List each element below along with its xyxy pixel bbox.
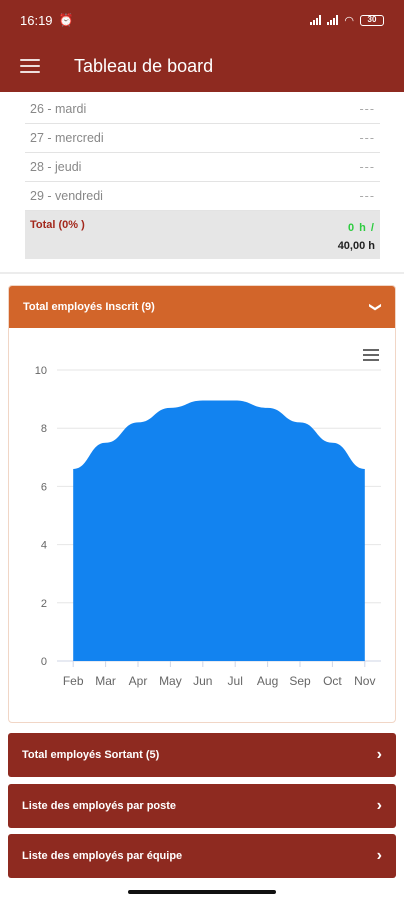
day-value: ---: [359, 160, 375, 174]
chevron-right-icon: ›: [376, 847, 382, 864]
accordion-label: Liste des employés par équipe: [22, 850, 183, 862]
x-tick-label: Nov: [354, 674, 375, 688]
cell-signal-icon: [310, 15, 322, 25]
area-chart: 0 2 4 6 8 10 Feb Mar Apr May Jun Jul Aug Sep Oct Nov: [35, 365, 381, 688]
wifi-icon: ◠: [344, 14, 354, 27]
y-tick-label: 0: [41, 656, 47, 668]
x-tick-label: May: [159, 674, 182, 688]
battery-icon: 30: [360, 14, 384, 26]
alarm-clock-icon: ⏰: [58, 13, 74, 27]
area-series: [73, 400, 365, 661]
chevron-right-icon: ›: [376, 797, 382, 814]
divider: [0, 272, 404, 274]
accordion-employees-leaving[interactable]: Total employés Sortant (5) ›: [8, 733, 396, 777]
battery-level: 30: [367, 15, 377, 24]
x-tick-label: Aug: [257, 674, 278, 688]
employees-card: Total employés Inscrit (9) ❯ 0 2 4 6 8 10 Feb M…: [8, 285, 396, 723]
x-tick-label: Apr: [129, 674, 148, 688]
day-value: ---: [359, 102, 375, 116]
y-tick-label: 4: [41, 540, 47, 552]
x-tick-label: Jun: [193, 674, 212, 688]
home-indicator[interactable]: [128, 890, 276, 894]
y-tick-label: 2: [41, 598, 47, 610]
employees-card-header[interactable]: Total employés Inscrit (9) ❯: [9, 286, 395, 328]
accordion-label: Total employés Sortant (5): [22, 749, 160, 761]
x-tick-label: Feb: [63, 674, 84, 688]
accordion-employees-by-position[interactable]: Liste des employés par poste ›: [8, 784, 396, 828]
x-tick-label: Oct: [323, 674, 342, 688]
day-label: 28 - jeudi: [30, 160, 82, 174]
x-tick-label: Mar: [95, 674, 116, 688]
hamburger-menu-icon[interactable]: [20, 59, 40, 73]
accordion-label: Liste des employés par poste: [22, 800, 177, 812]
day-row: 28 - jeudi ---: [25, 153, 380, 182]
y-tick-label: 8: [41, 423, 47, 435]
day-row: 27 - mercredi ---: [25, 124, 380, 153]
y-tick-label: 6: [41, 481, 47, 493]
x-tick-label: Sep: [289, 674, 311, 688]
x-tick-label: Jul: [228, 674, 243, 688]
cell-signal-2-icon: [327, 15, 339, 25]
day-label: 29 - vendredi: [30, 189, 103, 203]
day-label: 27 - mercredi: [30, 131, 104, 145]
day-row: 29 - vendredi ---: [25, 182, 380, 211]
app-bar: Tableau de board: [0, 40, 404, 92]
status-time: 16:19: [20, 12, 53, 28]
total-hours: 0 h /: [347, 222, 375, 234]
accordion-employees-by-team[interactable]: Liste des employés par équipe ›: [8, 834, 396, 878]
day-label: 26 - mardi: [30, 102, 87, 116]
page-title: Tableau de board: [74, 55, 214, 76]
chevron-right-icon: ›: [376, 746, 382, 763]
total-row: Total (0% ) 0 h / 40,00 h: [25, 211, 380, 259]
status-icons: ◠ 30: [310, 14, 384, 27]
chevron-down-icon[interactable]: ❯: [369, 302, 383, 312]
status-bar: 16:19 ⏰ ◠ 30: [0, 0, 404, 40]
total-values: 0 h / 40,00 h: [338, 219, 375, 259]
days-list: 26 - mardi --- 27 - mercredi --- 28 - je…: [25, 95, 380, 259]
day-row: 26 - mardi ---: [25, 95, 380, 124]
employees-card-title: Total employés Inscrit (9): [23, 301, 155, 313]
day-value: ---: [359, 131, 375, 145]
total-label: Total (0% ): [30, 219, 85, 231]
total-target: 40,00 h: [337, 240, 375, 252]
y-tick-label: 10: [35, 365, 47, 377]
day-value: ---: [359, 189, 375, 203]
